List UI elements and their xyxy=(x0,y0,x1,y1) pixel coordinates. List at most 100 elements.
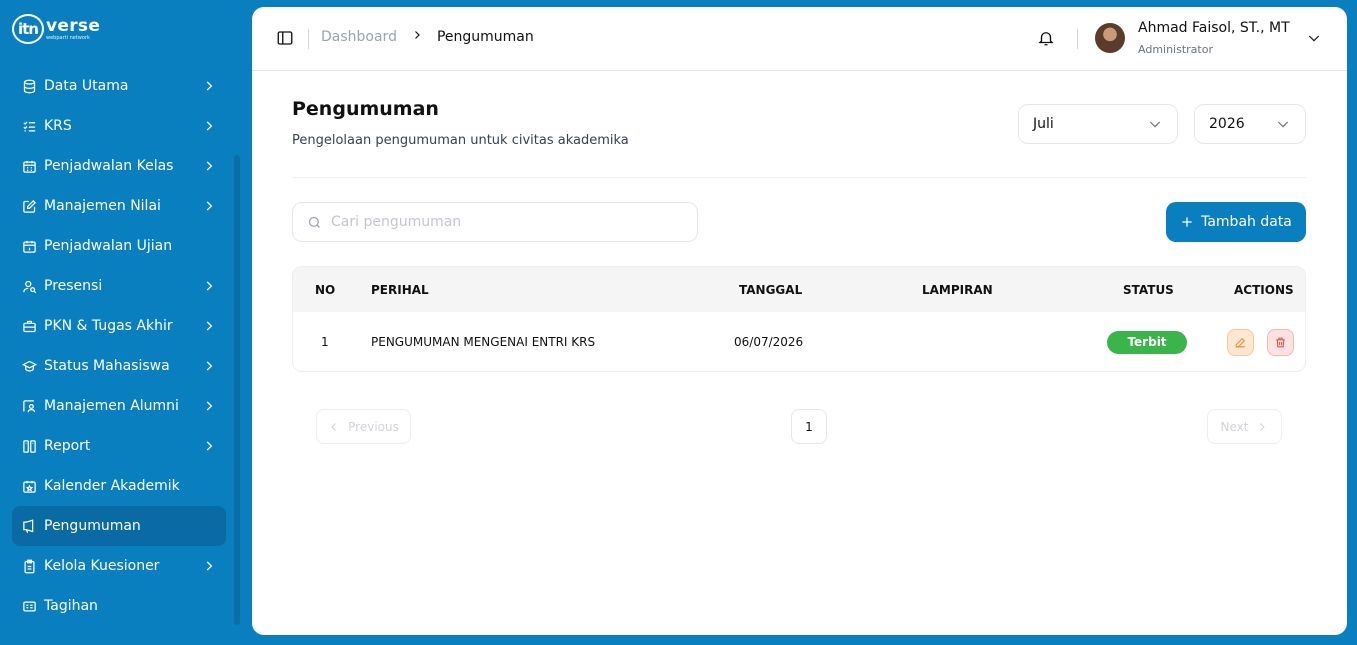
user-name: Ahmad Faisol, ST., MT xyxy=(1138,20,1290,36)
topbar: Dashboard Pengumuman Ahmad Faisol, ST., … xyxy=(252,7,1347,71)
breadcrumb: Dashboard Pengumuman xyxy=(321,29,534,45)
brand-logo[interactable]: itn verse webparti network xyxy=(12,14,100,44)
chevron-right-icon xyxy=(202,279,216,293)
edit-square-icon xyxy=(21,198,37,214)
sidebar-item-presensi[interactable]: Presensi xyxy=(12,266,226,306)
column-header-tanggal: TANGGAL xyxy=(739,282,803,297)
database-icon xyxy=(21,78,37,94)
month-select[interactable]: Juli xyxy=(1018,104,1178,144)
delete-button[interactable] xyxy=(1267,328,1294,356)
month-select-value: Juli xyxy=(1033,116,1054,132)
sidebar-item-label: Manajemen Alumni xyxy=(44,398,179,414)
graduation-cap-icon xyxy=(21,358,37,374)
column-header-lampiran: LAMPIRAN xyxy=(922,282,993,297)
search-box xyxy=(292,202,698,242)
column-header-no: NO xyxy=(315,282,336,297)
sidebar-item-manajemen-nilai[interactable]: Manajemen Nilai xyxy=(12,186,226,226)
page-subtitle: Pengelolaan pengumuman untuk civitas aka… xyxy=(292,133,629,148)
page-number-button[interactable]: 1 xyxy=(791,409,827,444)
page-title: Pengumuman xyxy=(292,98,439,120)
sidebar-item-status-mahasiswa[interactable]: Status Mahasiswa xyxy=(12,346,226,386)
search-input[interactable] xyxy=(331,214,671,230)
sidebar-item-label: Penjadwalan Ujian xyxy=(44,238,173,254)
bell-icon[interactable] xyxy=(1037,29,1057,49)
sidebar-item-penjadwalan-kelas[interactable]: Penjadwalan Kelas xyxy=(12,146,226,186)
calendar-grid-icon xyxy=(21,158,37,174)
edit-button[interactable] xyxy=(1227,328,1254,356)
list-check-icon xyxy=(21,118,37,134)
sidebar-item-label: KRS xyxy=(44,118,72,134)
table-header: NO PERIHAL TANGGAL LAMPIRAN STATUS ACTIO… xyxy=(293,267,1305,312)
sidebar-item-tagihan[interactable]: Tagihan xyxy=(12,586,226,626)
announcement-table: NO PERIHAL TANGGAL LAMPIRAN STATUS ACTIO… xyxy=(292,266,1306,372)
sidebar-item-label: Manajemen Nilai xyxy=(44,198,161,214)
chevron-right-icon xyxy=(202,319,216,333)
clipboard-icon xyxy=(21,558,37,574)
chevron-right-icon xyxy=(202,559,216,573)
sidebar-item-label: Pengumuman xyxy=(44,518,141,534)
next-label: Next xyxy=(1220,419,1249,434)
add-data-label: Tambah data xyxy=(1201,214,1292,230)
sidebar-toggle-icon[interactable] xyxy=(276,29,296,49)
invoice-icon xyxy=(21,598,37,614)
calendar-star-icon xyxy=(21,478,37,494)
sidebar-item-label: Status Mahasiswa xyxy=(44,358,170,374)
sidebar-item-pengumuman[interactable]: Pengumuman xyxy=(12,506,226,546)
status-badge: Terbit xyxy=(1107,330,1187,354)
sidebar-item-krs[interactable]: KRS xyxy=(12,106,226,146)
column-header-actions: ACTIONS xyxy=(1234,282,1294,297)
chevron-right-icon xyxy=(202,359,216,373)
divider xyxy=(1077,29,1078,49)
sidebar-item-label: Penjadwalan Kelas xyxy=(44,158,174,174)
briefcase-icon xyxy=(21,318,37,334)
sidebar: itn verse webparti network Data Utama KR… xyxy=(0,0,248,645)
chevron-right-icon xyxy=(202,439,216,453)
calendar-icon xyxy=(21,238,37,254)
breadcrumb-current: Pengumuman xyxy=(436,29,534,45)
trash-icon xyxy=(1276,337,1285,347)
sidebar-item-penjadwalan-ujian[interactable]: Penjadwalan Ujian xyxy=(12,226,226,266)
plus-icon xyxy=(1182,217,1192,227)
breadcrumb-dashboard[interactable]: Dashboard xyxy=(321,29,397,45)
sidebar-item-label: Presensi xyxy=(44,278,103,294)
cell-no: 1 xyxy=(321,335,329,349)
sidebar-nav: Data Utama KRS Penjadwalan Kelas Manajem… xyxy=(12,66,226,626)
sidebar-item-kalender-akademik[interactable]: Kalender Akademik xyxy=(12,466,226,506)
sidebar-item-label: Kalender Akademik xyxy=(44,478,180,494)
chevron-right-icon xyxy=(1260,422,1266,431)
report-icon xyxy=(21,438,37,454)
cell-tanggal: 06/07/2026 xyxy=(734,335,804,349)
sidebar-item-kelola-kuesioner[interactable]: Kelola Kuesioner xyxy=(12,546,226,586)
sidebar-item-data-utama[interactable]: Data Utama xyxy=(12,66,226,106)
avatar[interactable] xyxy=(1095,23,1125,53)
column-header-status: STATUS xyxy=(1123,282,1174,297)
user-frame-icon xyxy=(21,398,37,414)
sidebar-item-report[interactable]: Report xyxy=(12,426,226,466)
sidebar-item-pkn-tugas-akhir[interactable]: PKN & Tugas Akhir xyxy=(12,306,226,346)
previous-page-button[interactable]: Previous xyxy=(316,409,411,444)
chevron-down-icon xyxy=(1149,121,1161,128)
sidebar-item-label: PKN & Tugas Akhir xyxy=(44,318,173,334)
chevron-left-icon xyxy=(331,422,336,431)
divider xyxy=(308,29,309,49)
chevron-right-icon xyxy=(202,79,216,93)
chevron-right-icon xyxy=(202,199,216,213)
previous-label: Previous xyxy=(348,419,399,434)
table-row: 1 PENGUMUMAN MENGENAI ENTRI KRS 06/07/20… xyxy=(293,312,1305,371)
chevron-down-icon[interactable] xyxy=(1306,30,1322,46)
main-panel: Dashboard Pengumuman Ahmad Faisol, ST., … xyxy=(252,7,1347,635)
sidebar-scrollbar[interactable] xyxy=(234,155,240,625)
megaphone-icon xyxy=(21,518,37,534)
sidebar-item-manajemen-alumni[interactable]: Manajemen Alumni xyxy=(12,386,226,426)
chevron-right-icon xyxy=(411,29,423,45)
column-header-perihal: PERIHAL xyxy=(371,282,429,297)
logo-mark: itn xyxy=(12,14,44,44)
year-select[interactable]: 2026 xyxy=(1194,104,1306,144)
year-select-value: 2026 xyxy=(1209,116,1245,132)
sidebar-item-label: Data Utama xyxy=(44,78,129,94)
add-data-button[interactable]: Tambah data xyxy=(1166,202,1306,242)
status-cell: Terbit xyxy=(1107,312,1187,371)
logo-word: verse xyxy=(46,15,101,36)
sidebar-item-label: Kelola Kuesioner xyxy=(44,558,160,574)
next-page-button[interactable]: Next xyxy=(1207,409,1282,444)
